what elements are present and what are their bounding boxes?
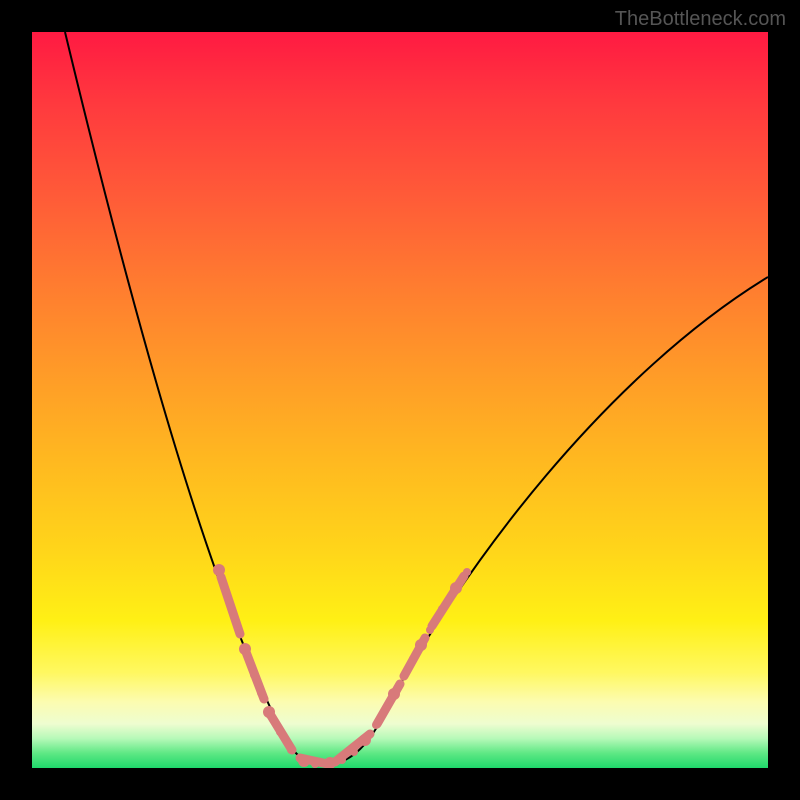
data-marker xyxy=(409,655,417,663)
data-marker xyxy=(257,689,265,697)
data-marker xyxy=(234,624,242,632)
data-marker xyxy=(338,756,346,764)
marker-overlay-segments xyxy=(221,576,464,764)
chart-container: TheBottleneck.com xyxy=(0,0,800,800)
data-marker xyxy=(298,755,310,767)
data-marker xyxy=(438,605,446,613)
watermark-text: TheBottleneck.com xyxy=(615,8,786,31)
data-marker xyxy=(388,688,400,700)
data-marker xyxy=(239,643,251,655)
data-marker xyxy=(381,706,389,714)
data-marker xyxy=(350,748,358,756)
chart-svg xyxy=(32,32,768,768)
data-marker xyxy=(415,639,427,651)
data-marker xyxy=(359,734,371,746)
data-marker xyxy=(213,564,225,576)
data-marker xyxy=(372,721,380,729)
plot-area xyxy=(32,32,768,768)
data-marker xyxy=(450,582,462,594)
data-marker xyxy=(222,588,230,596)
data-marker xyxy=(400,672,408,680)
data-marker xyxy=(426,626,434,634)
data-marker xyxy=(276,728,284,736)
data-marker xyxy=(311,760,319,768)
data-marker xyxy=(287,746,295,754)
data-marker xyxy=(250,671,258,679)
data-marker xyxy=(263,706,275,718)
data-marker xyxy=(463,568,471,576)
